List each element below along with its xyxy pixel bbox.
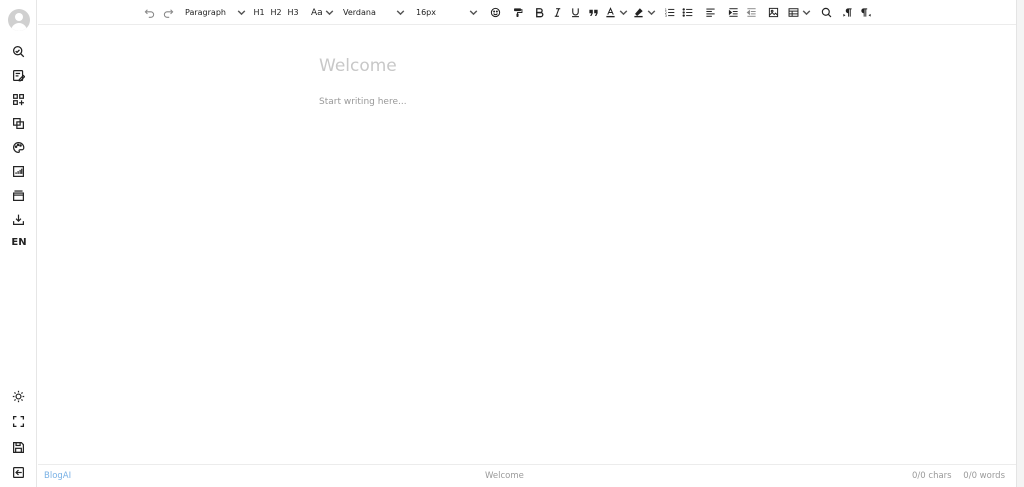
italic-icon[interactable] [551,4,564,21]
avatar[interactable] [8,9,30,31]
text-color-icon [606,7,615,18]
ordered-list-icon[interactable]: 123 [663,4,676,21]
bullet-list-icon[interactable] [681,4,694,21]
font-size-value: 16px [416,8,436,17]
logout-icon[interactable] [9,463,28,482]
indent-icon[interactable] [727,4,740,21]
chevron-down-icon [469,10,478,16]
align-left-icon[interactable] [704,4,717,21]
char-count: 0/0 chars [912,471,952,481]
title-placeholder[interactable]: Welcome [319,56,397,76]
fullscreen-icon[interactable] [9,412,28,431]
format-painter-icon[interactable] [511,4,524,21]
chart-icon[interactable] [9,162,28,181]
bold-icon[interactable] [533,4,546,21]
editor-area[interactable]: Welcome Start writing here... [38,26,1016,464]
svg-text:3: 3 [665,14,667,18]
font-family-select[interactable]: Verdana [343,4,406,21]
brand-link[interactable]: BlogAI [44,471,71,481]
block-style-select[interactable]: Paragraph [185,4,247,21]
rtl-direction-icon[interactable] [860,4,873,21]
underline-icon[interactable] [569,4,582,21]
palette-icon[interactable] [9,138,28,157]
text-case-select[interactable]: Aa [311,4,335,21]
search-icon[interactable] [819,4,833,21]
undo-icon[interactable] [142,4,156,21]
archive-icon[interactable] [9,186,28,205]
chevron-down-icon [396,10,405,16]
image-icon[interactable] [767,4,780,21]
redo-icon[interactable] [161,4,175,21]
text-color-select[interactable] [605,4,629,21]
font-family-value: Verdana [343,8,376,17]
highlight-color-select[interactable] [633,4,657,21]
theme-sun-icon[interactable] [9,387,28,406]
emoji-icon[interactable] [489,4,502,21]
chevron-down-icon [619,10,628,16]
chevron-down-icon [237,10,246,16]
copy-icon[interactable] [9,114,28,133]
chevron-down-icon [647,10,656,16]
language-toggle[interactable]: EN [6,237,32,248]
word-count-value: 0/0 words [963,471,1005,481]
edit-document-icon[interactable] [9,66,28,85]
block-style-value: Paragraph [185,8,226,17]
text-case-label: Aa [311,7,323,18]
table-icon [788,8,799,17]
download-icon[interactable] [9,210,28,229]
save-icon[interactable] [9,438,28,457]
table-select[interactable] [788,4,812,21]
heading-2-button[interactable]: H2 [269,4,283,21]
add-widget-icon[interactable] [9,90,28,109]
search-doc-icon[interactable] [9,42,28,61]
scrollbar[interactable] [1016,0,1024,487]
blockquote-icon[interactable] [587,4,600,21]
ltr-direction-icon[interactable] [841,4,854,21]
word-count: 0/0 chars 0/0 words [903,471,1005,481]
chevron-down-icon [325,10,334,16]
highlighter-icon [634,8,643,18]
heading-3-button[interactable]: H3 [286,4,300,21]
outdent-icon[interactable] [745,4,758,21]
document-title: Welcome [485,471,524,481]
body-placeholder[interactable]: Start writing here... [319,97,407,107]
font-size-select[interactable]: 16px [416,4,479,21]
status-bar: BlogAI Welcome 0/0 chars 0/0 words [38,464,1016,485]
chevron-down-icon [802,10,811,16]
editor-toolbar: Paragraph H1 H2 H3 Aa Verdana 16px 1 2 3 [38,0,1016,25]
sidebar: EN [0,0,37,487]
heading-1-button[interactable]: H1 [252,4,266,21]
